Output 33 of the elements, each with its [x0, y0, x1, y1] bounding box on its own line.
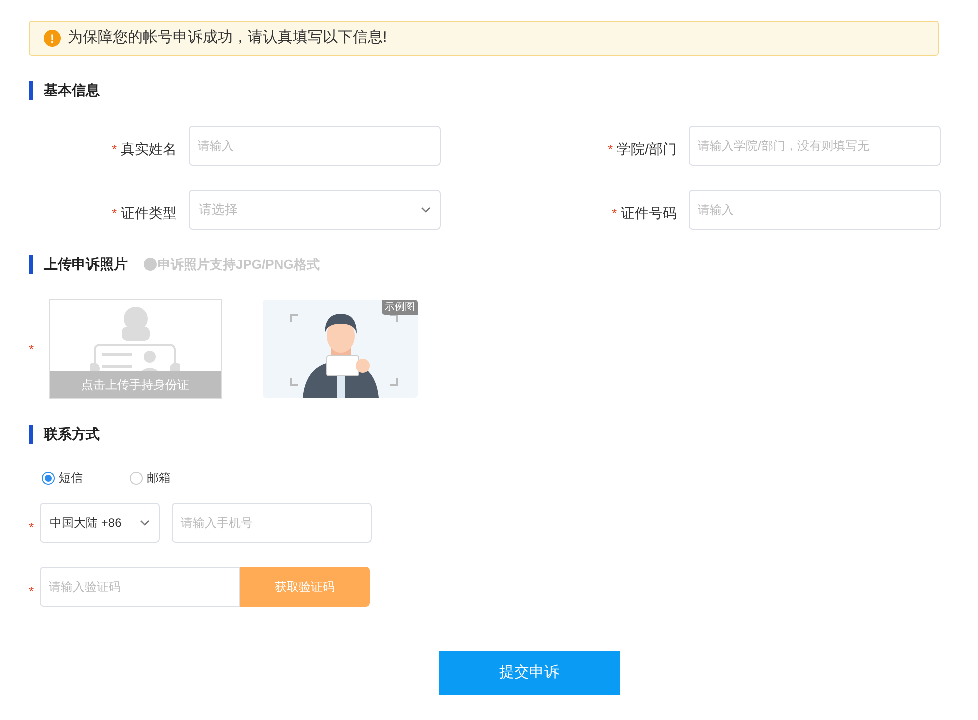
- radio-option[interactable]: 邮箱: [130, 469, 218, 487]
- notice-text: 为保障您的帐号申诉成功，请认真填写以下信息!: [68, 28, 388, 48]
- upload-label: 点击上传手持身份证: [50, 371, 222, 398]
- phone-field[interactable]: 请输入手机号: [172, 503, 372, 543]
- section-title: 上传申诉照片: [44, 255, 128, 274]
- get-code-button[interactable]: 获取验证码: [240, 567, 370, 607]
- field-label: 真实姓名: [121, 140, 177, 158]
- required-mark: *: [112, 142, 117, 156]
- submit-button[interactable]: 提交申诉: [439, 651, 620, 695]
- field-label: 证件类型: [121, 204, 177, 222]
- required-mark: *: [29, 342, 34, 356]
- radio-option[interactable]: 短信: [42, 469, 130, 487]
- chevron-down-icon: [140, 520, 150, 526]
- example-badge: 示例图: [382, 300, 418, 315]
- required-mark: *: [612, 206, 617, 220]
- required-mark: *: [29, 584, 34, 599]
- field-label: 证件号码: [621, 204, 677, 222]
- input-field[interactable]: 请输入: [189, 126, 441, 166]
- required-mark: *: [29, 520, 34, 535]
- info-icon: [144, 258, 157, 271]
- input-field[interactable]: 请输入: [689, 190, 941, 230]
- section-title: 联系方式: [44, 425, 100, 444]
- input-field[interactable]: 请输入学院/部门，没有则填写无: [689, 126, 941, 166]
- warning-icon: !: [44, 30, 61, 47]
- chevron-down-icon: [421, 207, 431, 213]
- region-select[interactable]: 中国大陆 +86: [40, 503, 160, 543]
- required-mark: *: [112, 206, 117, 220]
- type-select[interactable]: 请选择: [189, 190, 441, 230]
- required-mark: *: [608, 142, 614, 156]
- code-field[interactable]: 请输入验证码: [40, 567, 240, 607]
- field-label: 学院/部门: [617, 140, 677, 158]
- upload-area[interactable]: 点击上传手持身份证: [49, 299, 222, 399]
- section-title: 基本信息: [44, 81, 100, 100]
